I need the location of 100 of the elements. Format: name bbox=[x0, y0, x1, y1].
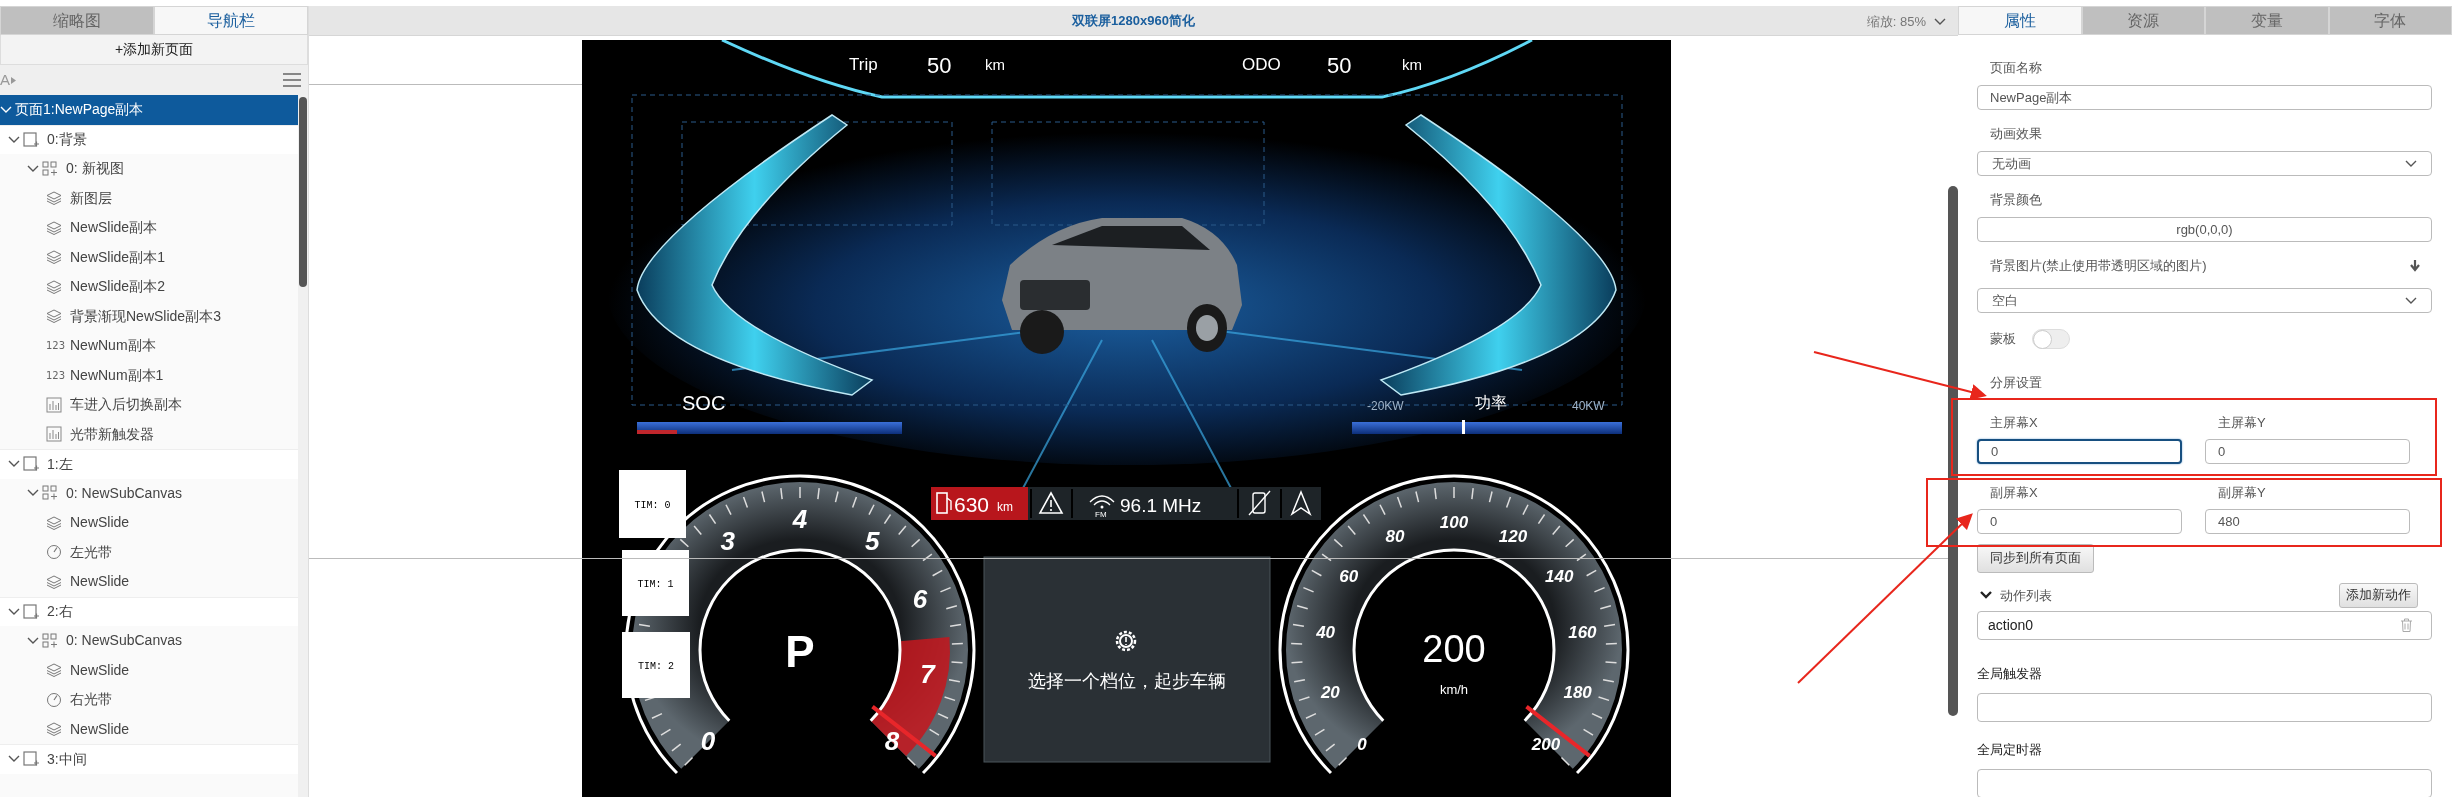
field-label: 页面名称 bbox=[1989, 59, 2043, 78]
tree-item[interactable]: 车进入后切换副本 bbox=[0, 390, 298, 420]
animation-select[interactable]: 无动画 bbox=[1977, 151, 2432, 176]
gauge-number: 0 bbox=[700, 725, 716, 756]
layers-icon bbox=[46, 190, 62, 207]
chevron-down-icon bbox=[27, 635, 39, 646]
download-icon bbox=[2409, 259, 2421, 273]
tree-item[interactable]: 左光带 bbox=[0, 537, 298, 567]
tree-item[interactable]: 123 NewNum副本1 bbox=[0, 360, 298, 390]
tree-item[interactable]: NewSlide副本 bbox=[0, 213, 298, 243]
tree-item[interactable]: NewSlide bbox=[0, 508, 298, 538]
screen-icon bbox=[23, 131, 39, 148]
field-label: 副屏幕Y bbox=[2217, 484, 2267, 503]
panel-tab[interactable]: 导航栏 bbox=[154, 6, 308, 35]
phone-icon bbox=[1248, 490, 1271, 516]
tree-item[interactable]: 新图层 bbox=[0, 183, 298, 213]
layers-icon bbox=[46, 219, 62, 236]
section-label: 全局触发器 bbox=[1977, 665, 2043, 684]
fuel-pump-icon bbox=[936, 492, 952, 514]
tree-item[interactable]: NewSlide副本2 bbox=[0, 272, 298, 302]
number-icon: 123 bbox=[46, 338, 68, 354]
grid-icon bbox=[42, 632, 58, 649]
field-label: 蒙板 bbox=[1989, 330, 2016, 349]
tree-item[interactable]: 光带新触发器 bbox=[0, 419, 298, 449]
coordinate-input[interactable]: 0 bbox=[1977, 439, 2182, 464]
grid-icon bbox=[42, 485, 58, 502]
chevron-down-icon bbox=[2405, 295, 2417, 306]
scrollbar-thumb[interactable] bbox=[1948, 186, 1958, 716]
image-select[interactable]: 空白 bbox=[1977, 288, 2432, 313]
field-label: 背景颜色 bbox=[1989, 191, 2043, 210]
layers-icon bbox=[46, 514, 62, 531]
tree-item[interactable]: 2:右 bbox=[0, 596, 298, 626]
trip-label: Trip bbox=[849, 55, 878, 74]
coordinate-input[interactable]: 0 bbox=[2205, 439, 2410, 464]
section-label: 分屏设置 bbox=[1989, 374, 2043, 393]
zoom-dropdown[interactable]: 缩放: 85% bbox=[1866, 12, 1946, 32]
layers-icon bbox=[46, 573, 62, 590]
color-input[interactable]: rgb(0,0,0) bbox=[1977, 217, 2432, 242]
menu-icon bbox=[282, 72, 302, 88]
unit-label: km bbox=[1402, 56, 1422, 73]
tree-item[interactable]: 0: NewSubCanvas bbox=[0, 626, 298, 656]
trip-value: 50 bbox=[927, 53, 952, 78]
speed-unit: km/h bbox=[1439, 682, 1469, 697]
radio-frequency: 96.1 MHz bbox=[1120, 495, 1202, 516]
coordinate-input[interactable]: 480 bbox=[2205, 509, 2410, 534]
chevron-down-icon bbox=[2405, 158, 2417, 169]
chart-icon bbox=[46, 396, 62, 413]
tree-item[interactable]: 0:背景 bbox=[0, 124, 298, 154]
radio-band-label: FM bbox=[1095, 510, 1107, 519]
tree-item[interactable]: NewSlide副本1 bbox=[0, 242, 298, 272]
action-item[interactable]: action0 bbox=[1977, 610, 2432, 640]
tree-item[interactable]: 背景渐现NewSlide副本3 bbox=[0, 301, 298, 331]
tree-item[interactable]: 0: NewSubCanvas bbox=[0, 478, 298, 508]
soc-label: SOC bbox=[682, 392, 726, 414]
trigger-input[interactable] bbox=[1977, 692, 2432, 722]
layers-icon bbox=[46, 662, 62, 679]
odometer-value: 50 bbox=[1327, 53, 1352, 78]
trash-icon bbox=[2400, 618, 2413, 633]
gauge-number: 5 bbox=[865, 525, 880, 556]
timer-label: TIM: 2 bbox=[622, 632, 690, 698]
add-action-button[interactable]: 添加新动作 bbox=[2339, 582, 2418, 608]
coordinate-input[interactable]: 0 bbox=[1977, 509, 2182, 534]
section-label: 全局定时器 bbox=[1977, 741, 2043, 760]
gauge-number: 20 bbox=[1320, 683, 1340, 703]
scrollbar-thumb[interactable] bbox=[299, 97, 307, 287]
warning-icon bbox=[1038, 491, 1064, 514]
tree-item[interactable]: 0: 新视图 bbox=[0, 154, 298, 184]
tree-item[interactable]: 页面1:NewPage副本 bbox=[0, 95, 298, 125]
tree-item[interactable]: 1:左 bbox=[0, 449, 298, 479]
tree-item[interactable]: 3:中间 bbox=[0, 744, 298, 774]
tree-item[interactable]: NewSlide bbox=[0, 714, 298, 744]
speed-value: 200 bbox=[1422, 628, 1486, 670]
gauge-number: 40 bbox=[1316, 622, 1336, 642]
tree-item[interactable]: NewSlide bbox=[0, 655, 298, 685]
number-icon: 123 bbox=[46, 367, 68, 383]
screen-icon bbox=[23, 456, 39, 473]
layers-icon bbox=[46, 308, 62, 325]
field-label: 动画效果 bbox=[1989, 125, 2043, 144]
gauge-icon bbox=[46, 691, 62, 708]
tree-item[interactable]: 123 NewNum副本 bbox=[0, 331, 298, 361]
chevron-down-icon bbox=[1934, 16, 1946, 27]
grid-icon bbox=[42, 160, 58, 177]
field-label: 主屏幕Y bbox=[2217, 414, 2267, 433]
gauge-number: 80 bbox=[1385, 527, 1405, 547]
chevron-down-icon bbox=[8, 134, 20, 145]
page-name-input[interactable]: NewPage副本 bbox=[1977, 85, 2432, 110]
tree-item[interactable]: NewSlide bbox=[0, 567, 298, 597]
gauge-icon bbox=[46, 544, 62, 561]
sync-button[interactable]: 同步到所有页面 bbox=[1977, 544, 2094, 573]
navigation-arrow-icon bbox=[1290, 490, 1312, 516]
panel-tab[interactable]: 属性 bbox=[1958, 6, 2082, 35]
radio-signal-icon bbox=[1089, 495, 1115, 509]
tree-item[interactable]: 右光带 bbox=[0, 685, 298, 715]
field-label: 背景图片(禁止使用带透明区域的图片) bbox=[1989, 257, 2207, 276]
canvas-title: 双联屏1280x960简化 bbox=[1072, 11, 1195, 30]
gauge-number: 4 bbox=[792, 504, 808, 534]
unit-label: km bbox=[985, 56, 1005, 73]
add-page-button[interactable]: +添加新页面 bbox=[0, 35, 308, 65]
mask-toggle[interactable] bbox=[2032, 329, 2070, 349]
timer-input[interactable] bbox=[1977, 768, 2432, 797]
